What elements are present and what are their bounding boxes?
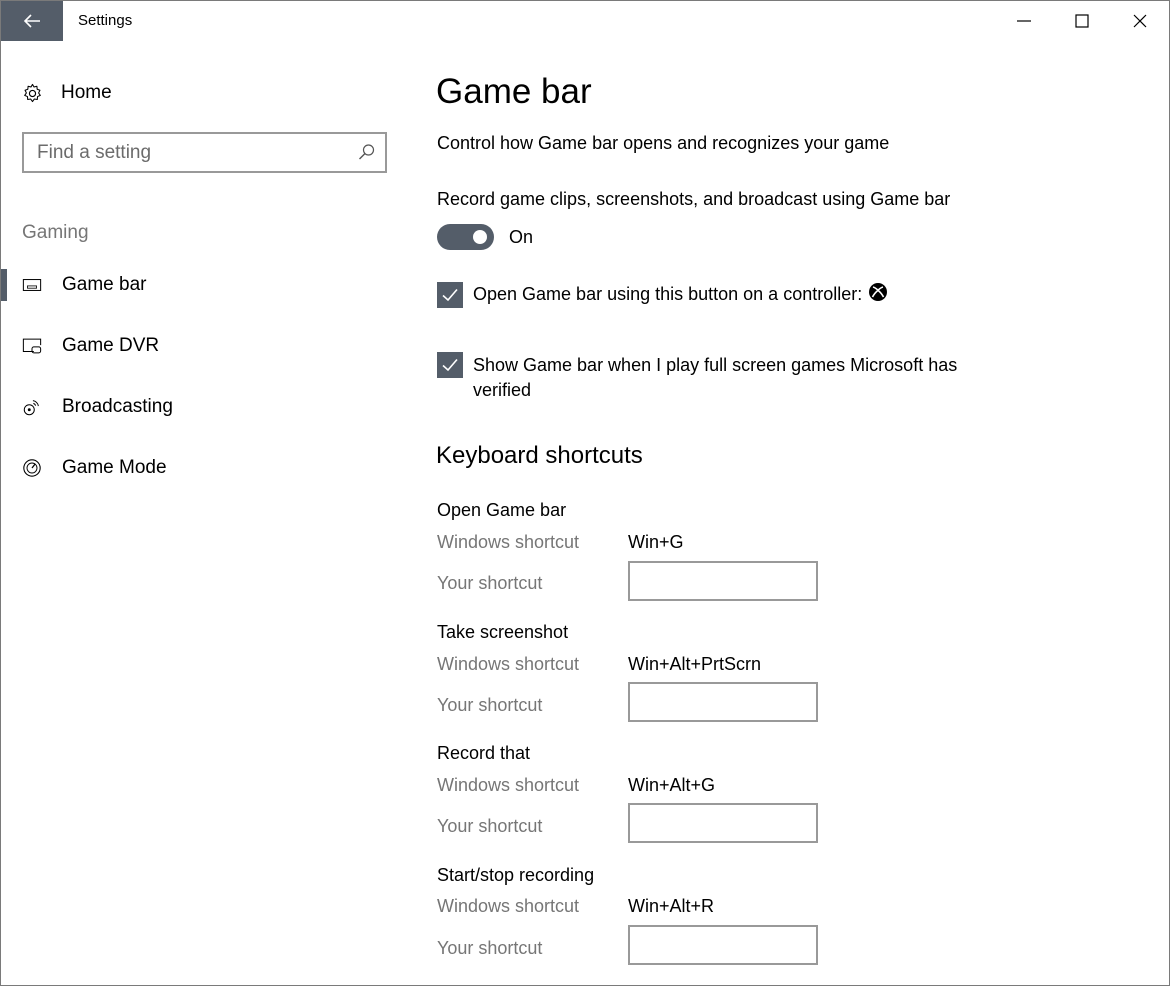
windows-shortcut-value: Win+Alt+R [628, 896, 715, 916]
sidebar-item-label: Broadcasting [62, 396, 173, 417]
sidebar-item-game-mode[interactable]: Game Mode [1, 445, 401, 491]
search-input[interactable] [24, 134, 344, 171]
sidebar-item-game-bar[interactable]: Game bar [1, 262, 401, 308]
your-shortcut-label: Your shortcut [437, 573, 543, 593]
windows-shortcut-value: Win+Alt+G [628, 775, 716, 795]
nav-home-label: Home [61, 82, 112, 103]
app-title: Settings [78, 12, 133, 29]
your-shortcut-label: Your shortcut [437, 695, 543, 715]
maximize-button[interactable] [1053, 1, 1111, 41]
your-shortcut-label: Your shortcut [437, 938, 543, 958]
record-toggle[interactable] [437, 224, 494, 250]
game-dvr-icon [21, 335, 43, 357]
close-icon [1133, 14, 1147, 28]
sidebar-item-label: Game DVR [62, 335, 160, 356]
shortcut-group-title: Take screenshot [437, 622, 569, 642]
record-setting-label: Record game clips, screenshots, and broa… [437, 189, 951, 209]
checkmark-icon [442, 358, 458, 372]
your-shortcut-input-open-game-bar[interactable] [628, 561, 818, 601]
gamebar-icon [21, 274, 43, 296]
broadcast-icon [21, 396, 43, 418]
shortcut-group-title: Record that [437, 743, 531, 763]
windows-shortcut-label: Windows shortcut [437, 532, 580, 552]
controller-button-label: Open Game bar using this button on a con… [473, 282, 888, 307]
minimize-button[interactable] [995, 1, 1053, 41]
windows-shortcut-value: Win+Alt+PrtScrn [628, 654, 762, 674]
windows-shortcut-label: Windows shortcut [437, 775, 580, 795]
toggle-state-label: On [509, 227, 534, 247]
page-title: Game bar [436, 72, 592, 111]
sidebar-item-game-dvr[interactable]: Game DVR [1, 323, 401, 369]
controller-button-checkbox[interactable] [437, 282, 463, 308]
your-shortcut-label: Your shortcut [437, 816, 543, 836]
shortcut-group-title: Open Game bar [437, 500, 567, 520]
nav-home[interactable]: Home [21, 79, 112, 107]
minimize-icon [1017, 20, 1031, 22]
nav-section-gaming: Gaming [22, 222, 89, 243]
settings-window: Settings Home Gaming [0, 0, 1170, 986]
search-icon[interactable] [358, 143, 376, 161]
xbox-icon [869, 283, 888, 301]
sidebar-item-broadcasting[interactable]: Broadcasting [1, 384, 401, 430]
windows-shortcut-label: Windows shortcut [437, 896, 580, 916]
back-button[interactable] [1, 1, 63, 41]
fullscreen-games-checkbox[interactable] [437, 352, 463, 378]
your-shortcut-input-start-stop-recording[interactable] [628, 925, 818, 965]
sidebar-item-label: Game bar [62, 274, 147, 295]
keyboard-shortcuts-heading: Keyboard shortcuts [436, 442, 643, 469]
page-description: Control how Game bar opens and recognize… [437, 133, 890, 153]
gauge-icon [21, 457, 43, 479]
sidebar-item-label: Game Mode [62, 457, 167, 478]
back-arrow-icon [23, 14, 40, 28]
your-shortcut-input-take-screenshot[interactable] [628, 682, 818, 722]
gear-icon [21, 82, 43, 104]
fullscreen-games-label: Show Game bar when I play full screen ga… [473, 355, 958, 400]
windows-shortcut-value: Win+G [628, 532, 684, 552]
title-bar: Settings [1, 1, 1169, 41]
shortcut-group-title: Start/stop recording [437, 865, 595, 885]
windows-shortcut-label: Windows shortcut [437, 654, 580, 674]
toggle-knob [473, 230, 487, 244]
maximize-icon [1075, 14, 1089, 28]
search-box[interactable] [22, 132, 387, 173]
close-button[interactable] [1111, 1, 1169, 41]
your-shortcut-input-record-that[interactable] [628, 803, 818, 843]
checkmark-icon [442, 288, 458, 302]
